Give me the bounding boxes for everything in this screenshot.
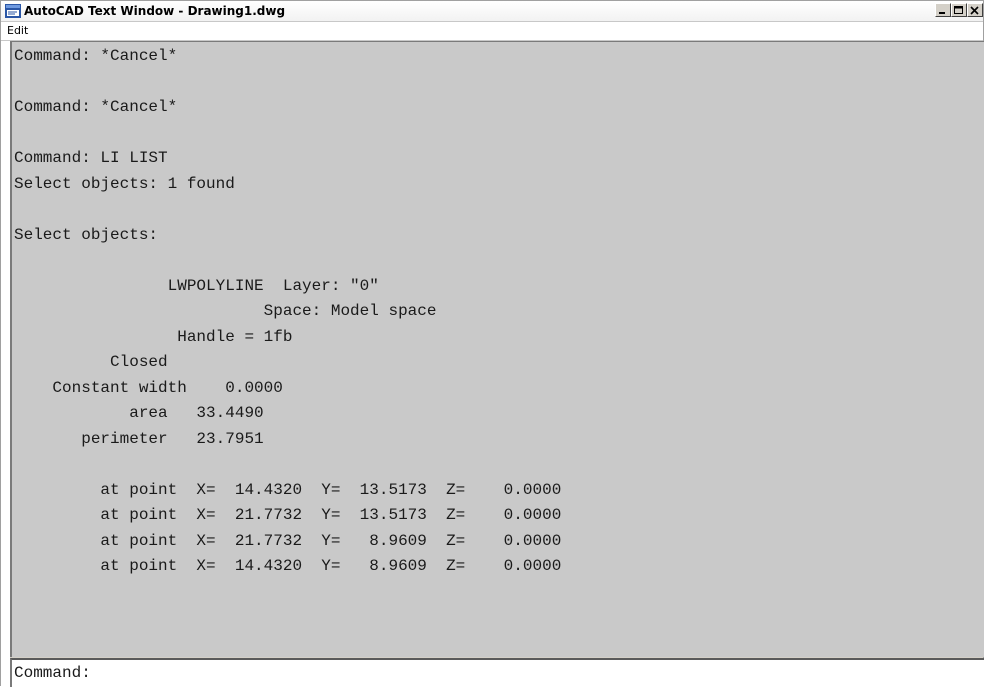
maximize-button[interactable] — [951, 3, 967, 17]
command-prompt: Command: — [14, 664, 91, 682]
maximize-icon — [954, 6, 963, 14]
window-title: AutoCAD Text Window - Drawing1.dwg — [24, 4, 286, 18]
history-line — [14, 452, 984, 478]
close-icon — [970, 6, 979, 15]
command-line[interactable]: Command: — [10, 658, 984, 687]
menu-item-edit[interactable]: Edit — [7, 24, 28, 38]
menu-bar: Edit — [1, 22, 983, 41]
history-line: perimeter 23.7951 — [14, 429, 264, 448]
history-text: Command: *Cancel* Command: *Cancel* Comm… — [12, 42, 984, 580]
left-margin — [1, 41, 10, 687]
history-line — [14, 121, 984, 147]
history-line — [14, 248, 984, 274]
history-line — [14, 197, 984, 223]
history-line: Space: Model space — [14, 302, 437, 320]
history-line — [14, 70, 984, 96]
command-history[interactable]: Command: *Cancel* Command: *Cancel* Comm… — [10, 41, 984, 657]
history-line: at point X= 14.4320 Y= 13.5173 Z= 0.0000 — [14, 480, 562, 499]
autocad-app-icon[interactable] — [5, 4, 21, 18]
close-button[interactable] — [967, 3, 983, 17]
history-line: Select objects: 1 found — [14, 174, 235, 193]
history-line: at point X= 14.4320 Y= 8.9609 Z= 0.0000 — [14, 557, 562, 575]
history-line: area 33.4490 — [14, 404, 264, 422]
history-line: Select objects: — [14, 225, 159, 244]
caption-buttons — [935, 3, 983, 19]
history-line: Command: *Cancel* — [14, 98, 178, 116]
minimize-button[interactable] — [935, 3, 951, 17]
title-bar[interactable]: AutoCAD Text Window - Drawing1.dwg — [1, 1, 983, 22]
text-window: AutoCAD Text Window - Drawing1.dwg Edit — [0, 0, 984, 687]
history-line: LWPOLYLINE Layer: "0" — [14, 276, 379, 295]
history-line: Closed — [14, 353, 168, 371]
minimize-icon — [939, 12, 945, 14]
history-line: at point X= 21.7732 Y= 13.5173 Z= 0.0000 — [14, 506, 562, 524]
history-line: Handle = 1fb — [14, 327, 293, 346]
history-line: Constant width 0.0000 — [14, 378, 283, 397]
history-line: Command: LI LIST — [14, 149, 168, 167]
history-line: Command: *Cancel* — [14, 47, 178, 65]
history-line: at point X= 21.7732 Y= 8.9609 Z= 0.0000 — [14, 531, 562, 550]
